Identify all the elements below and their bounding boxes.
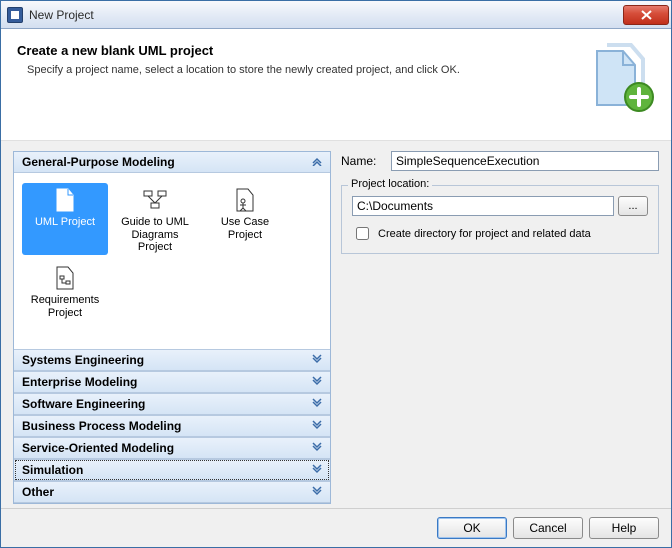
- chevron-down-icon: [312, 376, 322, 389]
- dialog-window: New Project Create a new blank UML proje…: [0, 0, 672, 548]
- tile-label: Use Case Project: [204, 216, 286, 241]
- chevron-down-icon: [312, 398, 322, 411]
- category-label: Simulation: [22, 463, 83, 477]
- create-dir-checkbox[interactable]: [356, 227, 369, 240]
- browse-button[interactable]: ...: [618, 196, 648, 216]
- chevron-down-icon: [312, 464, 322, 477]
- create-dir-label: Create directory for project and related…: [378, 228, 591, 240]
- form-panel: Name: Project location: ... Create direc…: [341, 151, 659, 504]
- close-button[interactable]: [623, 5, 669, 25]
- cancel-button[interactable]: Cancel: [513, 517, 583, 539]
- diagram-icon: [139, 187, 171, 213]
- button-label: Cancel: [529, 521, 566, 535]
- category-body-general: UML Project Guide to UML Diagrams Projec…: [14, 173, 330, 349]
- tile-guide-uml[interactable]: Guide to UML Diagrams Project: [112, 183, 198, 255]
- header-title: Create a new blank UML project: [17, 43, 655, 58]
- tile-requirements[interactable]: Requirements Project: [22, 261, 108, 333]
- window-title: New Project: [29, 8, 623, 22]
- tile-uml-project[interactable]: UML Project: [22, 183, 108, 255]
- tile-label: Requirements Project: [24, 294, 106, 319]
- location-group: Project location: ... Create directory f…: [341, 185, 659, 254]
- name-input[interactable]: [391, 151, 659, 171]
- name-label: Name:: [341, 154, 385, 168]
- category-simulation[interactable]: Simulation: [14, 459, 330, 481]
- chevron-down-icon: [312, 420, 322, 433]
- category-enterprise-modeling[interactable]: Enterprise Modeling: [14, 371, 330, 393]
- category-panel: General-Purpose Modeling UML Project: [13, 151, 331, 504]
- chevron-up-icon: [312, 156, 322, 169]
- category-software-engineering[interactable]: Software Engineering: [14, 393, 330, 415]
- app-icon: [7, 7, 23, 23]
- dialog-body: General-Purpose Modeling UML Project: [1, 141, 671, 508]
- dialog-header: Create a new blank UML project Specify a…: [1, 29, 671, 141]
- category-systems-engineering[interactable]: Systems Engineering: [14, 349, 330, 371]
- ok-button[interactable]: OK: [437, 517, 507, 539]
- chevron-down-icon: [312, 442, 322, 455]
- category-label: Service-Oriented Modeling: [22, 441, 174, 455]
- tile-label: Guide to UML Diagrams Project: [114, 216, 196, 254]
- requirements-icon: [49, 265, 81, 291]
- chevron-down-icon: [312, 354, 322, 367]
- category-label: Software Engineering: [22, 397, 145, 411]
- button-label: OK: [463, 521, 480, 535]
- help-button[interactable]: Help: [589, 517, 659, 539]
- dialog-footer: OK Cancel Help: [1, 508, 671, 547]
- category-other[interactable]: Other: [14, 481, 330, 503]
- tile-use-case[interactable]: Use Case Project: [202, 183, 288, 255]
- category-label: General-Purpose Modeling: [22, 155, 175, 169]
- document-icon: [49, 187, 81, 213]
- category-label: Other: [22, 485, 54, 499]
- browse-label: ...: [628, 200, 637, 212]
- title-bar: New Project: [1, 1, 671, 29]
- category-general-purpose[interactable]: General-Purpose Modeling: [14, 152, 330, 173]
- category-service-oriented[interactable]: Service-Oriented Modeling: [14, 437, 330, 459]
- category-label: Business Process Modeling: [22, 419, 181, 433]
- usecase-icon: [229, 187, 261, 213]
- create-dir-row[interactable]: Create directory for project and related…: [352, 224, 648, 243]
- location-input[interactable]: [352, 196, 614, 216]
- category-business-process[interactable]: Business Process Modeling: [14, 415, 330, 437]
- tile-label: UML Project: [35, 216, 95, 229]
- category-label: Systems Engineering: [22, 353, 144, 367]
- header-description: Specify a project name, select a locatio…: [17, 64, 655, 76]
- category-label: Enterprise Modeling: [22, 375, 137, 389]
- location-legend: Project location:: [348, 178, 432, 190]
- close-icon: [641, 10, 652, 20]
- button-label: Help: [612, 521, 637, 535]
- header-graphic: [579, 37, 659, 117]
- chevron-down-icon: [312, 486, 322, 499]
- name-row: Name:: [341, 151, 659, 171]
